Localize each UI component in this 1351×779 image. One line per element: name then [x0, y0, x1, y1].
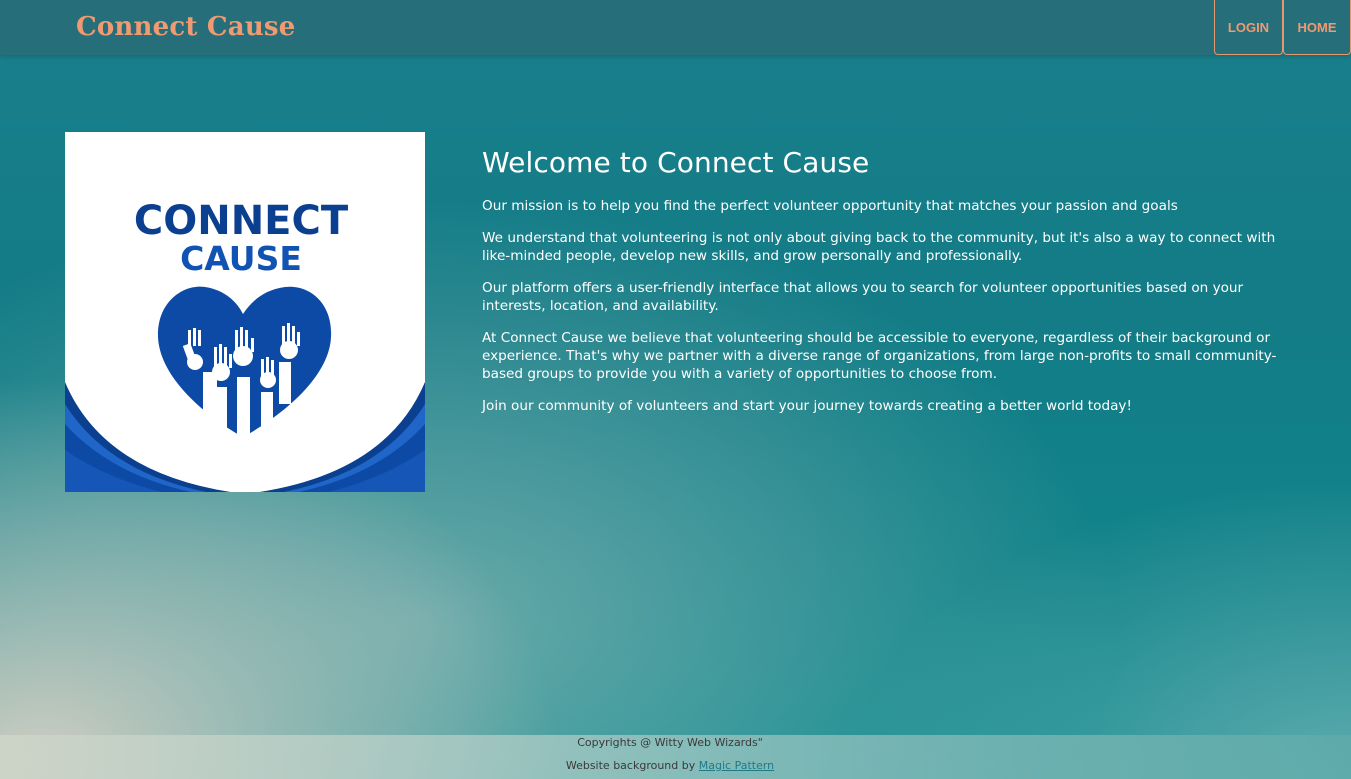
login-button[interactable]: LOGIN [1214, 0, 1283, 55]
magic-pattern-link[interactable]: Magic Pattern [699, 759, 774, 772]
home-button[interactable]: HOME [1283, 0, 1351, 55]
brand-logo-text[interactable]: Connect Cause [76, 12, 296, 42]
background-credit-label: Website background by [565, 759, 696, 772]
logo-graphic: CONNECT CAUSE [65, 132, 425, 492]
page-title: Welcome to Connect Cause [482, 146, 870, 179]
welcome-section: Welcome to Connect Cause Our mission is … [482, 146, 1282, 429]
copyright-text: Copyrights @ Witty Web Wizards" [577, 736, 763, 749]
background-credit: Website background by Magic Pattern [0, 759, 1340, 772]
volunteering-benefits-paragraph: We understand that volunteering is not o… [482, 230, 1276, 264]
accessibility-paragraph: At Connect Cause we believe that volunte… [482, 330, 1277, 382]
logo-title-line2: CAUSE [180, 239, 302, 278]
platform-paragraph: Our platform offers a user-friendly inte… [482, 280, 1244, 314]
logo-title-line1: CONNECT [134, 198, 349, 244]
top-navbar: Connect Cause LOGIN HOME [0, 0, 1351, 55]
mission-paragraph: Our mission is to help you find the perf… [482, 198, 1178, 214]
connect-cause-logo-image: CONNECT CAUSE [65, 132, 425, 492]
page-footer: Copyrights @ Witty Web Wizards" Website … [0, 735, 1351, 779]
call-to-action-paragraph: Join our community of volunteers and sta… [482, 398, 1132, 414]
